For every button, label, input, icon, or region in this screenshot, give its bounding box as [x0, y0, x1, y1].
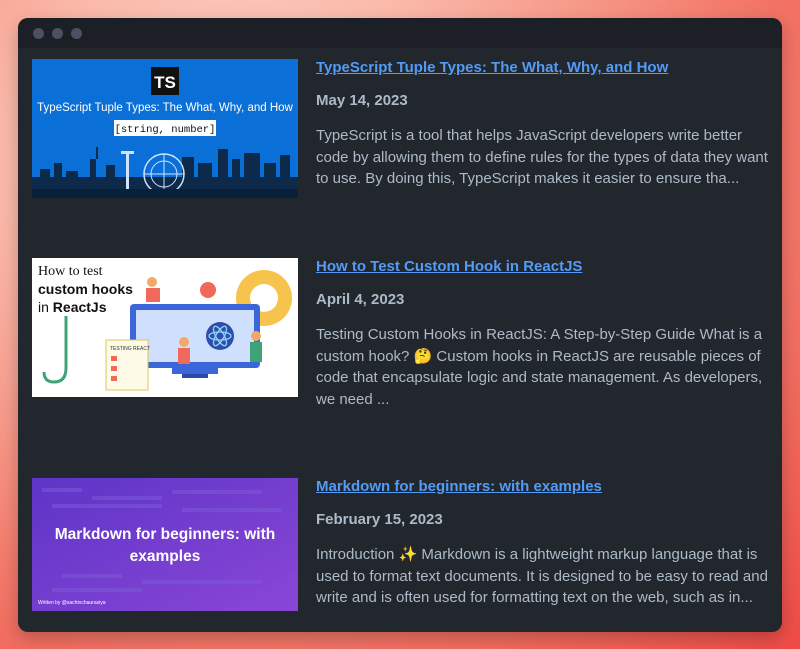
post-item: How to test custom hooks in ReactJs TEST… — [32, 258, 772, 463]
post-item: TS TypeScript Tuple Types: The What, Why… — [32, 59, 772, 264]
browser-window: TS TypeScript Tuple Types: The What, Why… — [18, 18, 782, 632]
post-item: Markdown for beginners: with examples Wr… — [32, 478, 772, 632]
post-excerpt-text: Testing Custom Hooks in ReactJS: A Step-… — [316, 326, 763, 408]
post-date: May 14, 2023 — [316, 92, 408, 109]
post-title-link[interactable]: How to Test Custom Hook in ReactJS — [316, 258, 772, 275]
post-excerpt: TypeScript is a tool that helps JavaScri… — [32, 125, 772, 190]
post-date: April 4, 2023 — [316, 291, 405, 308]
maximize-window-dot[interactable] — [71, 27, 82, 39]
post-title-link[interactable]: TypeScript Tuple Types: The What, Why, a… — [316, 59, 772, 76]
minimize-window-dot[interactable] — [52, 27, 63, 39]
window-titlebar — [18, 18, 782, 48]
post-date: February 15, 2023 — [316, 511, 443, 528]
post-excerpt-text: Introduction ✨ Markdown is a lightweight… — [316, 546, 768, 606]
post-title-link[interactable]: Markdown for beginners: with examples — [316, 478, 772, 495]
post-excerpt: Testing Custom Hooks in ReactJS: A Step-… — [32, 324, 772, 410]
close-window-dot[interactable] — [33, 27, 44, 39]
post-excerpt: Introduction ✨ Markdown is a lightweight… — [32, 544, 772, 609]
post-excerpt-text: TypeScript is a tool that helps JavaScri… — [316, 127, 768, 187]
